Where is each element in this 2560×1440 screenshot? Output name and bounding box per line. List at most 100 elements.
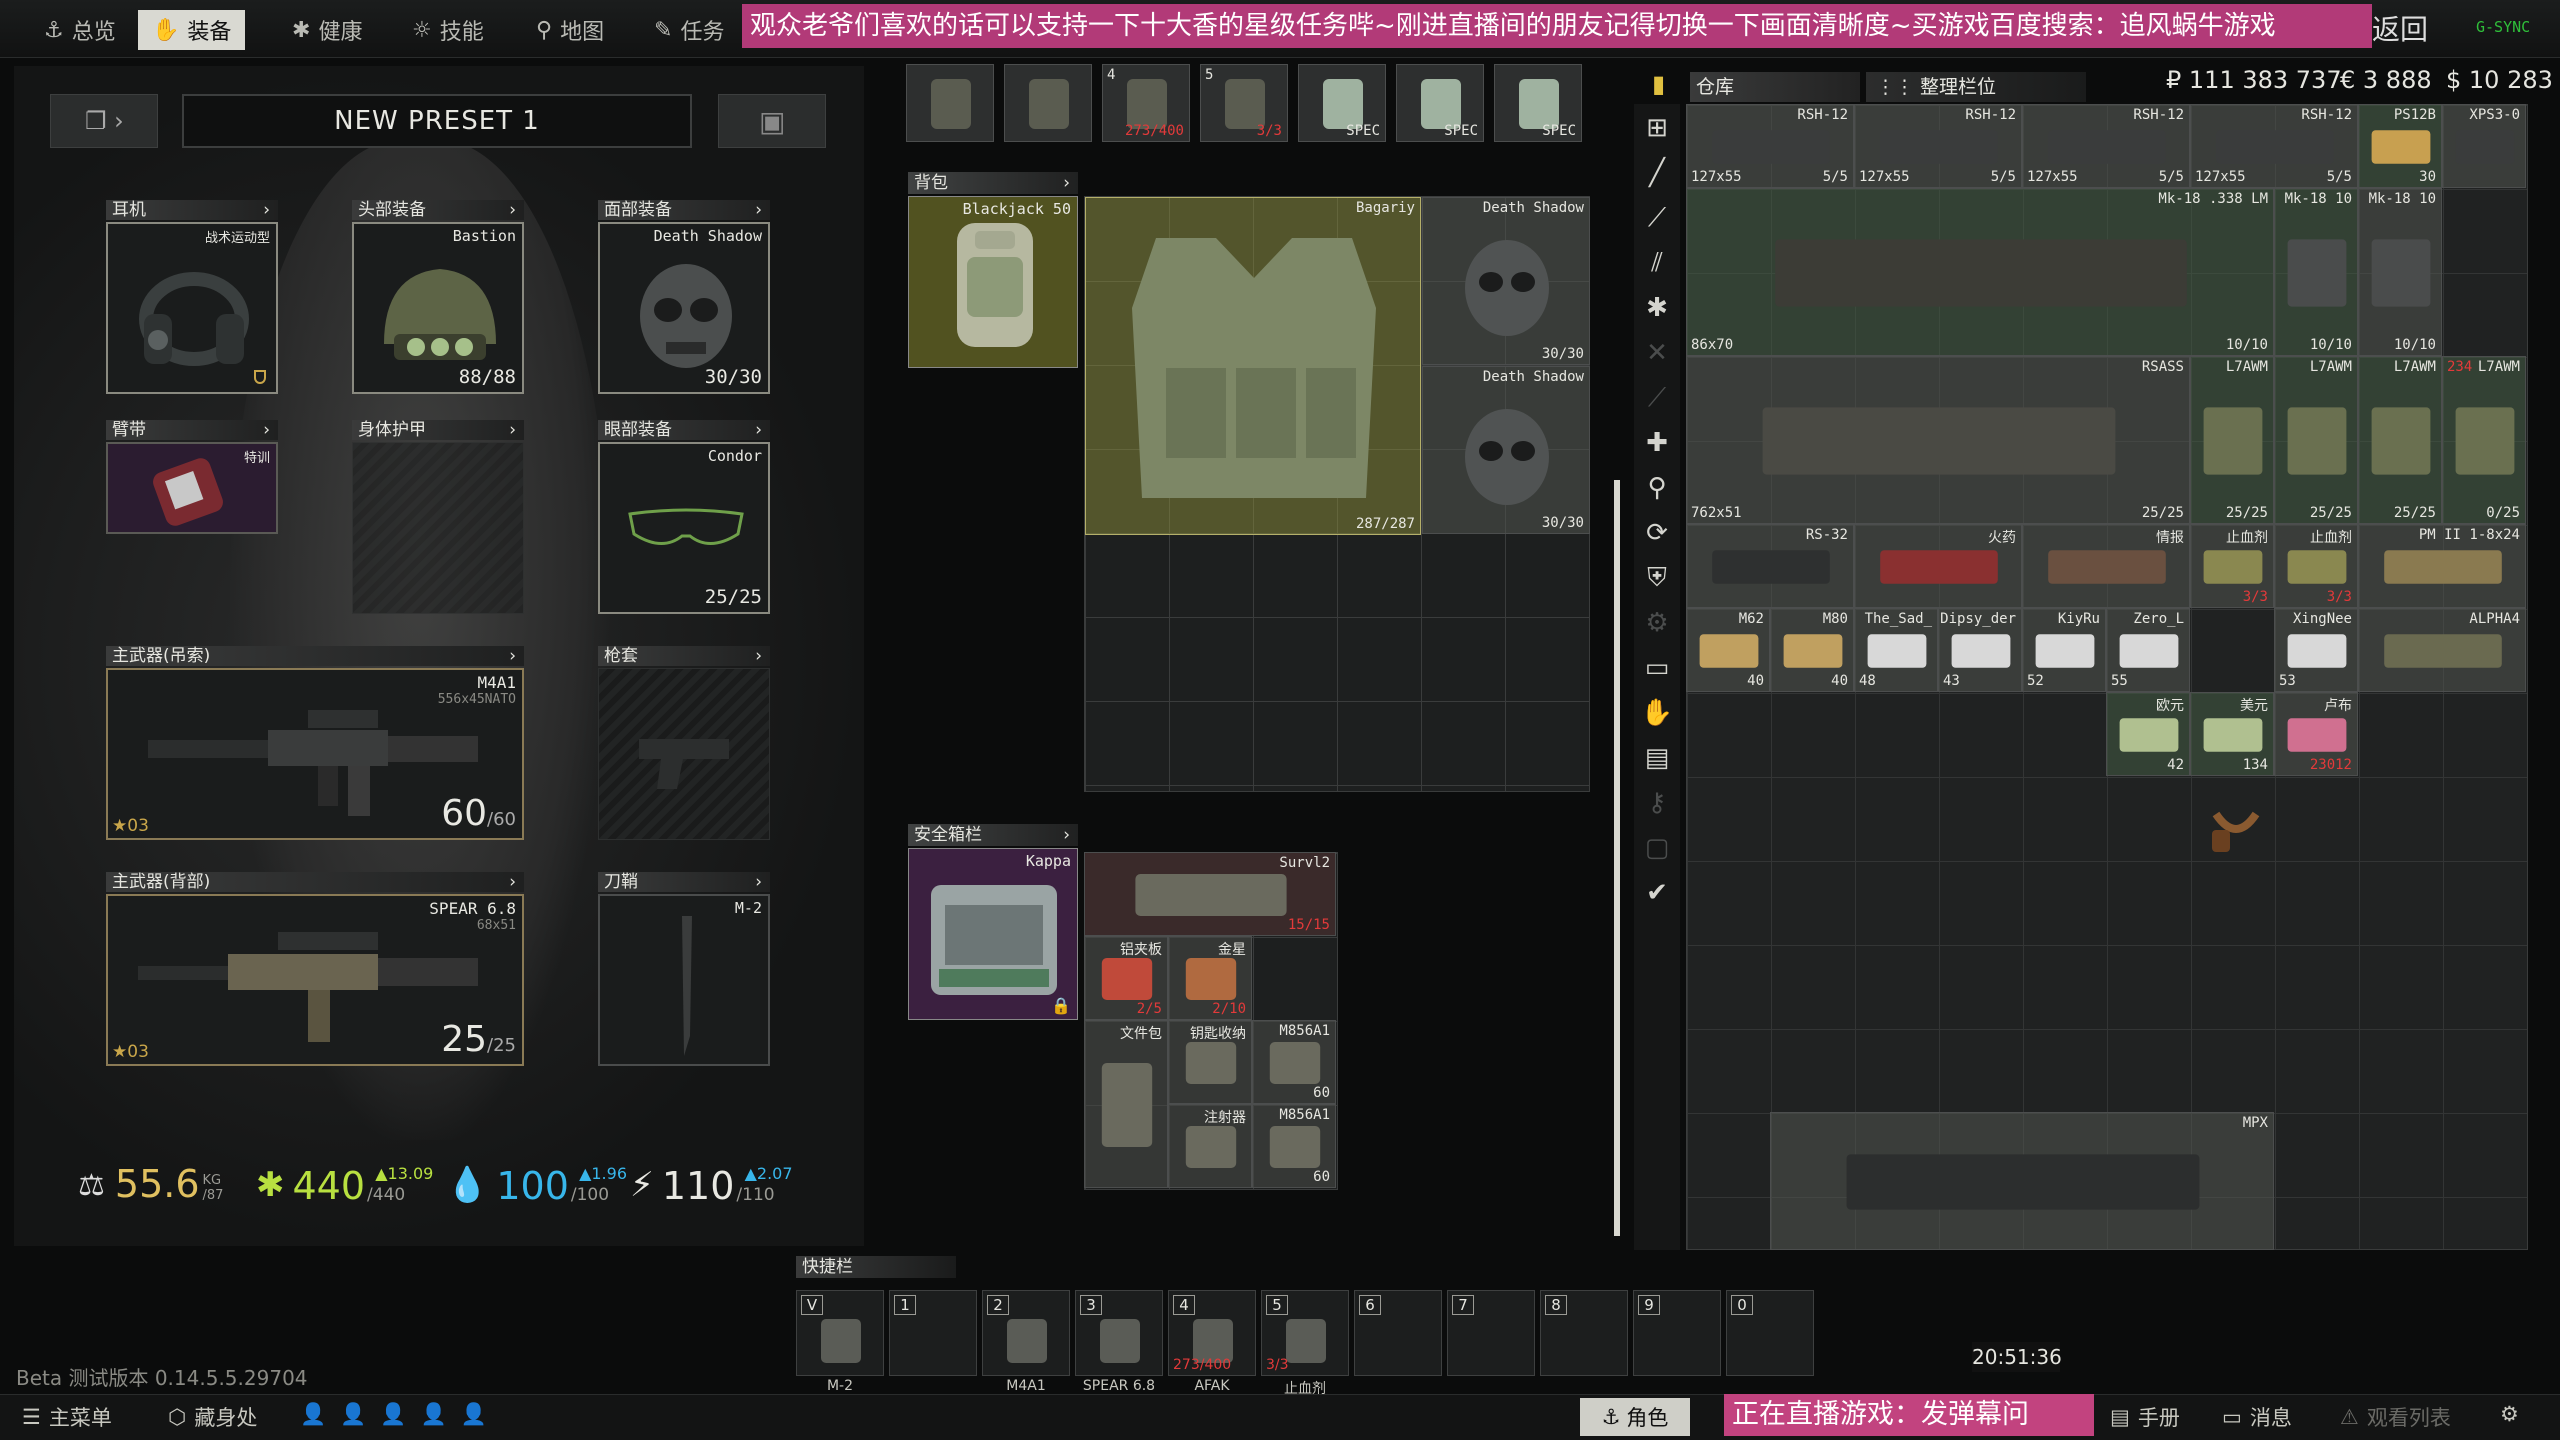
stash-item[interactable]: 止血剂 3/3 — [2190, 524, 2274, 608]
tab-health[interactable]: ✱ 健康 — [278, 10, 376, 50]
knife-icon[interactable]: ⟋ — [1634, 198, 1680, 238]
manual-button[interactable]: ▤ 手册 — [2110, 1402, 2180, 1432]
stash-item[interactable]: L7AWM 25/25 — [2274, 356, 2358, 524]
chevron-right-icon[interactable]: › — [755, 646, 762, 666]
pocket-item[interactable]: SPEC — [1494, 64, 1582, 142]
stash-item[interactable]: Zero_L 55 — [2106, 608, 2190, 692]
stash-item[interactable]: RSASS 25/25 762x51 — [1686, 356, 2190, 524]
messages-button[interactable]: ▭ 消息 — [2222, 1402, 2292, 1432]
slot-primary-back[interactable]: SPEAR 6.8 68x51 ★03 25/25 — [106, 894, 524, 1066]
stash-item[interactable]: MPX — [1770, 1112, 2274, 1250]
slot-secure-container[interactable]: Kappa 🔒 — [908, 848, 1078, 1020]
stash-item[interactable]: 欧元 42 — [2106, 692, 2190, 776]
knife-icon[interactable]: ⟋ — [1634, 378, 1680, 418]
grid-icon[interactable]: ⊞ — [1634, 108, 1680, 148]
quickbar-slot[interactable]: 2 — [982, 1290, 1070, 1376]
stash-item[interactable]: XPS3-0 — [2442, 104, 2526, 188]
vest-pocket-item[interactable]: Death Shadow 30/30 — [1422, 366, 1590, 534]
slot-eyewear[interactable]: Condor 25/25 — [598, 442, 770, 614]
pocket-item[interactable] — [1004, 64, 1092, 142]
stash-item[interactable]: M62 40 — [1686, 608, 1770, 692]
stash-item[interactable]: RSH-12 5/5 127x55 — [2022, 104, 2190, 188]
slot-armband[interactable]: 特训 — [106, 442, 278, 534]
slot-headphones[interactable]: 战术运动型 — [106, 222, 278, 394]
vest-pocket-item[interactable]: Death Shadow 30/30 — [1422, 197, 1590, 365]
slot-primary-sling[interactable]: M4A1 556x45NATO ★03 60/60 — [106, 668, 524, 840]
tab-overview[interactable]: ⚓ 总览 — [30, 10, 130, 50]
stash-item[interactable]: M80 40 — [1770, 608, 1854, 692]
slot-body-armor[interactable] — [352, 442, 524, 614]
stash-item[interactable]: Dipsy_der 43 — [1938, 608, 2022, 692]
stash-item[interactable]: 情报 — [2022, 524, 2190, 608]
check-icon[interactable]: ✔ — [1634, 873, 1680, 913]
stash-item[interactable]: 止血剂 3/3 — [2274, 524, 2358, 608]
quickbar-slot[interactable]: 5 3/3 — [1261, 1290, 1349, 1376]
quickbar-slot[interactable]: 9 — [1633, 1290, 1721, 1376]
stash-item[interactable]: 火药 — [1854, 524, 2022, 608]
stash-item[interactable]: The_Sad_ 48 — [1854, 608, 1938, 692]
person-icon[interactable]: 👤 — [300, 1402, 326, 1427]
tab-map[interactable]: ⚲ 地图 — [522, 10, 618, 50]
cross-icon[interactable]: ✕ — [1634, 333, 1680, 373]
quickbar-slot[interactable]: 6 — [1354, 1290, 1442, 1376]
chevron-right-icon[interactable]: › — [1063, 172, 1070, 194]
quickbar-slot[interactable]: 8 — [1540, 1290, 1628, 1376]
chevron-right-icon[interactable]: › — [755, 420, 762, 440]
quickbar-slot[interactable]: 1 — [889, 1290, 977, 1376]
person-icon[interactable]: 👤 — [420, 1402, 446, 1427]
settings-button[interactable]: ⚙ — [2500, 1402, 2519, 1426]
rifle-icon[interactable]: ╱ — [1634, 153, 1680, 193]
secure-item[interactable]: 铝夹板 2/5 — [1084, 936, 1168, 1020]
chevron-right-icon[interactable]: › — [509, 420, 516, 440]
slot-backpack[interactable]: Blackjack 50 — [908, 196, 1078, 368]
ammo-icon[interactable]: ⫽ — [1634, 243, 1680, 283]
chevron-right-icon[interactable]: › — [509, 200, 516, 220]
stash-item[interactable]: RSH-12 5/5 127x55 — [1854, 104, 2022, 188]
stash-item[interactable]: RSH-12 5/5 127x55 — [1686, 104, 1854, 188]
pocket-item[interactable]: SPEC — [1298, 64, 1386, 142]
slot-scabbard[interactable]: M-2 — [598, 894, 770, 1066]
book-icon[interactable]: ▤ — [1634, 738, 1680, 778]
main-menu-button[interactable]: ☰ 主菜单 — [22, 1402, 112, 1432]
tab-skills[interactable]: ☼ 技能 — [398, 10, 498, 50]
slot-headwear[interactable]: Bastion 88/88 — [352, 222, 524, 394]
vest-icon[interactable]: ⛨ — [1634, 558, 1680, 598]
stash-item[interactable]: 卢布 23012 — [2274, 692, 2358, 776]
key-icon[interactable]: ⚷ — [1634, 783, 1680, 823]
stash-item[interactable]: XingNee 53 — [2274, 608, 2358, 692]
vest-item[interactable]: Bagariy 287/287 — [1085, 197, 1421, 535]
pocket-item[interactable]: 3/3 5 — [1200, 64, 1288, 142]
quickbar-slot[interactable]: 7 — [1447, 1290, 1535, 1376]
pipe-item[interactable] — [2196, 784, 2280, 868]
hideout-button[interactable]: ⬡ 藏身处 — [168, 1402, 257, 1432]
person-icon[interactable]: 👤 — [340, 1402, 366, 1427]
character-button[interactable]: ⚓ 角色 — [1580, 1398, 1690, 1436]
briefcase-icon[interactable]: ▭ — [1634, 648, 1680, 688]
medkit-icon[interactable]: ✚ — [1634, 423, 1680, 463]
sort-slots-button[interactable]: ⋮⋮ 整理栏位 — [1866, 72, 2086, 102]
chevron-right-icon[interactable]: › — [1063, 824, 1070, 846]
stash-item[interactable]: 美元 134 — [2190, 692, 2274, 776]
quickbar-slot[interactable]: 0 — [1726, 1290, 1814, 1376]
secure-item[interactable]: M856A1 60 — [1252, 1104, 1336, 1188]
quickbar-slot[interactable]: 4 273/400 — [1168, 1290, 1256, 1376]
secure-item[interactable]: 钥匙收纳 — [1168, 1020, 1252, 1104]
pocket-item[interactable] — [906, 64, 994, 142]
chevron-right-icon[interactable]: › — [755, 200, 762, 220]
chevron-right-icon[interactable]: › — [263, 200, 270, 220]
slot-face-cover[interactable]: Death Shadow 30/30 — [598, 222, 770, 394]
stash-item[interactable]: RSH-12 5/5 127x55 — [2190, 104, 2358, 188]
grenade-icon[interactable]: ⚲ — [1634, 468, 1680, 508]
save-preset-button[interactable]: ▣ — [718, 94, 826, 148]
chevron-right-icon[interactable]: › — [263, 420, 270, 440]
stash-item[interactable]: PM II 1-8x24 — [2358, 524, 2526, 608]
stash-item[interactable]: KiyRu 52 — [2022, 608, 2106, 692]
quickbar-slot[interactable]: V — [796, 1290, 884, 1376]
pocket-item[interactable]: SPEC — [1396, 64, 1484, 142]
pocket-item[interactable]: 273/400 4 — [1102, 64, 1190, 142]
stash-item[interactable]: L7AWM 0/25 234 — [2442, 356, 2526, 524]
quickbar-slot[interactable]: 3 — [1075, 1290, 1163, 1376]
stash-item[interactable]: Mk-18 .338 LM 10/10 86x70 — [1686, 188, 2274, 356]
secure-item[interactable]: 金星 2/10 — [1168, 936, 1252, 1020]
secure-item[interactable]: M856A1 60 — [1252, 1020, 1336, 1104]
